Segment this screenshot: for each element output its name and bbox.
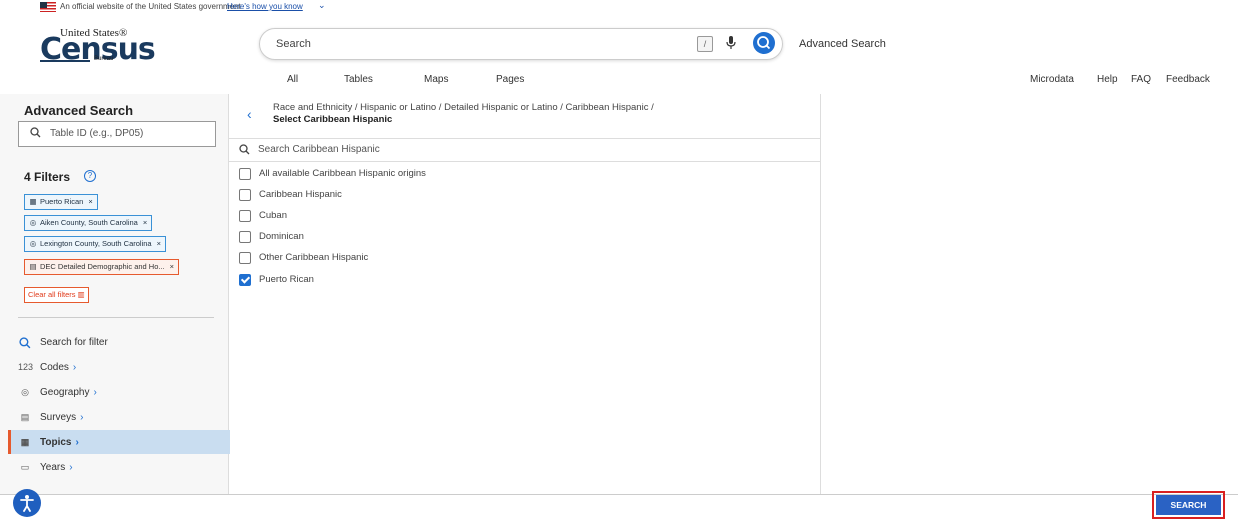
location-pin-icon: ◎ [29, 239, 37, 248]
advanced-search-sidebar: Advanced Search Table ID (e.g., DP05) 4 … [0, 94, 230, 494]
accessibility-icon [20, 495, 34, 512]
topic-search-placeholder: Search Caribbean Hispanic [258, 144, 380, 155]
table-id-placeholder: Table ID (e.g., DP05) [50, 128, 144, 139]
accessibility-button[interactable] [13, 489, 41, 517]
topic-search-input[interactable]: Search Caribbean Hispanic [229, 138, 820, 162]
calendar-icon: ▭ [20, 462, 30, 472]
heres-how-you-know-link[interactable]: Here's how you know [227, 2, 303, 11]
filter-chip-dec-survey[interactable]: ▤ DEC Detailed Demographic and Ho... × [24, 259, 180, 275]
tab-pages[interactable]: Pages [496, 74, 524, 85]
close-icon[interactable]: × [170, 262, 174, 271]
trash-icon: ▥ [77, 290, 85, 299]
slash-shortcut-key: / [697, 36, 713, 52]
tab-tables[interactable]: Tables [344, 74, 373, 85]
breadcrumb: Race and Ethnicity / Hispanic or Latino … [273, 102, 654, 113]
us-flag-icon [40, 2, 56, 12]
topics-icon: ▦ [20, 437, 30, 447]
survey-icon: ▤ [20, 412, 30, 422]
sidebar-item-years[interactable]: ▭ Years › [18, 458, 214, 478]
microphone-icon[interactable] [726, 36, 736, 50]
sidebar-title: Advanced Search [24, 103, 134, 118]
help-link[interactable]: Help [1097, 74, 1118, 85]
filter-chip-puerto-rican[interactable]: ▦ Puerto Rican × [24, 194, 98, 210]
topic-selection-panel: ‹ Race and Ethnicity / Hispanic or Latin… [229, 94, 821, 494]
census-logo[interactable]: United States® Census Bureau [40, 22, 156, 67]
microdata-link[interactable]: Microdata [1030, 74, 1074, 85]
chevron-right-icon: › [75, 437, 79, 448]
close-icon[interactable]: × [88, 197, 92, 206]
chevron-right-icon: › [69, 462, 73, 473]
sidebar-item-label: Codes › [40, 362, 77, 373]
location-pin-icon: ◎ [29, 218, 37, 227]
sidebar-item-label: Years › [40, 462, 73, 473]
back-chevron-icon[interactable]: ‹ [247, 106, 252, 122]
advanced-search-link[interactable]: Advanced Search [799, 38, 886, 50]
help-circle-icon[interactable]: ? [84, 170, 96, 182]
search-submit-icon[interactable] [753, 32, 775, 54]
gov-banner-text: An official website of the United States… [60, 2, 241, 11]
chevron-down-icon[interactable]: ⌄ [318, 0, 326, 11]
sidebar-item-label: Surveys › [40, 412, 84, 423]
sidebar-item-codes[interactable]: 123 Codes › [18, 358, 214, 378]
checkbox-checked[interactable] [239, 274, 251, 286]
footer-divider [0, 494, 1238, 495]
search-icon [19, 337, 31, 349]
location-pin-icon: ◎ [21, 387, 29, 397]
checkbox[interactable] [239, 252, 251, 264]
feedback-link[interactable]: Feedback [1166, 74, 1210, 85]
gov-banner: An official website of the United States… [0, 0, 1238, 18]
tab-all[interactable]: All [287, 74, 298, 85]
checkbox[interactable] [239, 231, 251, 243]
sidebar-item-search-filter[interactable]: Search for filter [18, 333, 214, 353]
search-icon [239, 144, 250, 155]
checkbox[interactable] [239, 168, 251, 180]
filters-count-heading: 4 Filters [24, 170, 71, 184]
search-button-highlight: SEARCH [1152, 491, 1225, 519]
search-button[interactable]: SEARCH [1156, 495, 1221, 515]
checkbox[interactable] [239, 189, 251, 201]
logo-underline [40, 60, 90, 62]
search-icon [30, 127, 41, 138]
logo-bottom-text: Bureau [94, 56, 114, 62]
sidebar-item-label: Topics › [40, 437, 79, 448]
search-input[interactable]: Search [276, 38, 311, 50]
close-icon[interactable]: × [143, 218, 147, 227]
sidebar-item-surveys[interactable]: ▤ Surveys › [18, 408, 214, 428]
filter-chip-lexington-county[interactable]: ◎ Lexington County, South Carolina × [24, 236, 166, 252]
faq-link[interactable]: FAQ [1131, 74, 1151, 85]
filter-chip-aiken-county[interactable]: ◎ Aiken County, South Carolina × [24, 215, 153, 231]
clear-all-filters-button[interactable]: Clear all filters ▥ [24, 287, 89, 303]
search-box[interactable]: Search / [259, 28, 783, 60]
sidebar-item-label: Geography › [40, 387, 97, 398]
sidebar-divider [18, 317, 214, 318]
topics-icon: ▦ [29, 197, 37, 206]
sidebar-item-geography[interactable]: ◎ Geography › [18, 383, 214, 403]
chevron-right-icon: › [80, 412, 84, 423]
close-icon[interactable]: × [157, 239, 161, 248]
tab-maps[interactable]: Maps [424, 74, 448, 85]
survey-icon: ▤ [29, 262, 37, 271]
codes-icon: 123 [18, 362, 34, 372]
chevron-right-icon: › [93, 387, 97, 398]
table-id-input[interactable]: Table ID (e.g., DP05) [18, 121, 216, 147]
sidebar-item-topics[interactable]: ▦ Topics › [18, 433, 214, 453]
checkbox[interactable] [239, 210, 251, 222]
panel-heading: Select Caribbean Hispanic [273, 114, 393, 125]
chevron-right-icon: › [72, 362, 77, 373]
sidebar-item-label: Search for filter [40, 337, 108, 348]
